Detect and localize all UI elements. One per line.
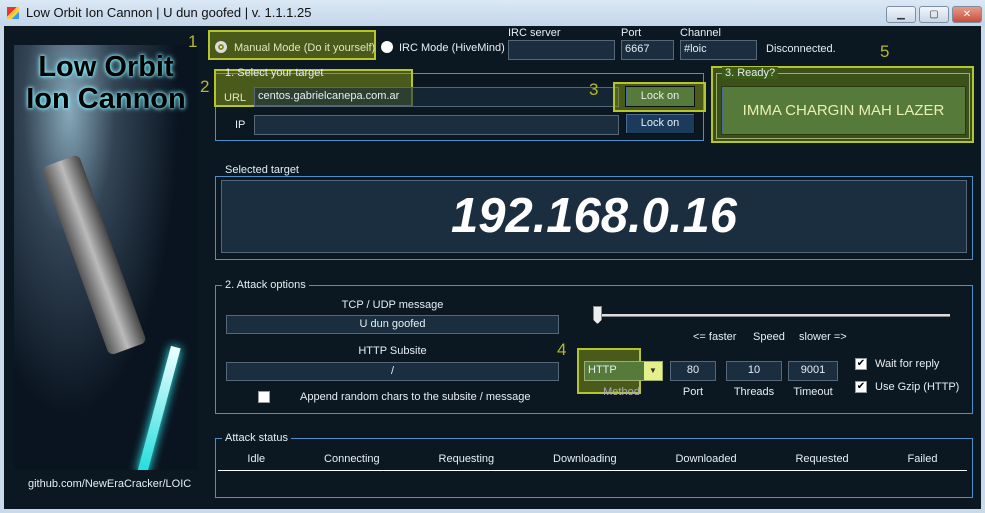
channel-input[interactable]: #loic xyxy=(680,40,757,60)
wait-for-reply-label: Wait for reply xyxy=(875,358,940,370)
maximize-button[interactable]: ▢ xyxy=(919,6,949,23)
status-idle: Idle xyxy=(247,453,266,465)
timeout-label: Timeout xyxy=(793,386,833,398)
ip-label: IP xyxy=(235,119,246,131)
attack-status-group xyxy=(215,438,973,498)
select-target-label: 1. Select your target xyxy=(225,67,324,79)
ip-input[interactable] xyxy=(254,115,619,135)
status-downloaded: Downloaded xyxy=(675,453,737,465)
status-downloading: Downloading xyxy=(553,453,617,465)
channel-label: Channel xyxy=(680,27,721,39)
use-gzip-label: Use Gzip (HTTP) xyxy=(875,381,960,393)
wait-for-reply-checkbox[interactable]: ✔ xyxy=(855,358,867,370)
annotation-5: 5 xyxy=(880,42,890,61)
lock-on-ip-button[interactable]: Lock on xyxy=(625,113,695,134)
logo-line1: Low Orbit xyxy=(38,51,174,83)
speed-faster-label: <= faster xyxy=(693,331,737,343)
manual-mode-label: Manual Mode (Do it yourself) xyxy=(234,42,376,54)
lock-on-url-button[interactable]: Lock on xyxy=(625,86,695,107)
annotation-4: 4 xyxy=(557,340,567,359)
logo-line2: Ion Cannon xyxy=(26,83,186,115)
status-connecting: Connecting xyxy=(324,453,380,465)
status-header-row: Idle Connecting Requesting Downloading D… xyxy=(218,453,967,465)
github-link[interactable]: github.com/NewEraCracker/LOIC xyxy=(28,478,191,490)
irc-server-label: IRC server xyxy=(508,27,561,39)
method-label: Method xyxy=(603,386,640,398)
status-divider xyxy=(218,470,967,471)
window-title: Low Orbit Ion Cannon | U dun goofed | v.… xyxy=(26,5,312,20)
http-subsite-label: HTTP Subsite xyxy=(358,345,427,357)
append-random-label: Append random chars to the subsite / mes… xyxy=(300,391,531,403)
threads-input[interactable]: 10 xyxy=(726,361,782,381)
url-label: URL xyxy=(224,92,247,104)
use-gzip-checkbox[interactable]: ✔ xyxy=(855,381,867,393)
append-random-checkbox[interactable] xyxy=(258,391,270,403)
url-input[interactable]: centos.gabrielcanepa.com.ar xyxy=(254,87,619,107)
threads-label: Threads xyxy=(733,386,775,398)
chevron-down-icon[interactable]: ▼ xyxy=(644,362,662,380)
tcp-message-label: TCP / UDP message xyxy=(341,299,444,311)
status-requested: Requested xyxy=(795,453,849,465)
loic-logo-image: Low Orbit Ion Cannon xyxy=(14,45,198,470)
minimize-button[interactable]: ▁ xyxy=(886,6,916,23)
tcp-message-input[interactable]: U dun goofed xyxy=(226,315,559,334)
attack-status-label: Attack status xyxy=(222,432,291,444)
irc-mode-radio[interactable] xyxy=(381,41,393,53)
speed-label: Speed xyxy=(753,331,785,343)
manual-mode-radio[interactable] xyxy=(215,41,227,53)
annotation-2: 2 xyxy=(200,77,210,96)
irc-port-label: Port xyxy=(621,27,642,39)
cannon-icon xyxy=(41,154,147,356)
selected-target-value: 192.168.0.16 xyxy=(221,180,967,253)
speed-slower-label: slower => xyxy=(799,331,847,343)
irc-port-input[interactable]: 6667 xyxy=(621,40,674,60)
status-requesting: Requesting xyxy=(438,453,495,465)
annotation-1: 1 xyxy=(188,32,198,51)
port-input[interactable]: 80 xyxy=(670,361,716,381)
irc-status: Disconnected. xyxy=(766,43,836,55)
timeout-input[interactable]: 9001 xyxy=(788,361,838,381)
irc-mode-label: IRC Mode (HiveMind) xyxy=(399,42,505,54)
close-button[interactable]: ✕ xyxy=(952,6,982,23)
fire-button[interactable]: IMMA CHARGIN MAH LAZER xyxy=(721,86,966,135)
status-failed: Failed xyxy=(907,453,938,465)
irc-server-input[interactable] xyxy=(508,40,615,60)
laser-beam-icon xyxy=(137,345,181,470)
app-icon xyxy=(7,7,19,19)
method-value: HTTP xyxy=(588,364,617,376)
selected-target-label: Selected target xyxy=(222,164,302,176)
speed-slider-track[interactable] xyxy=(598,314,950,317)
http-subsite-input[interactable]: / xyxy=(226,362,559,381)
attack-options-label: 2. Attack options xyxy=(222,279,309,291)
port-label: Port xyxy=(682,386,704,398)
title-bar: Low Orbit Ion Cannon | U dun goofed | v.… xyxy=(0,0,985,26)
annotation-3: 3 xyxy=(589,80,599,99)
ready-label: 3. Ready? xyxy=(722,67,779,79)
